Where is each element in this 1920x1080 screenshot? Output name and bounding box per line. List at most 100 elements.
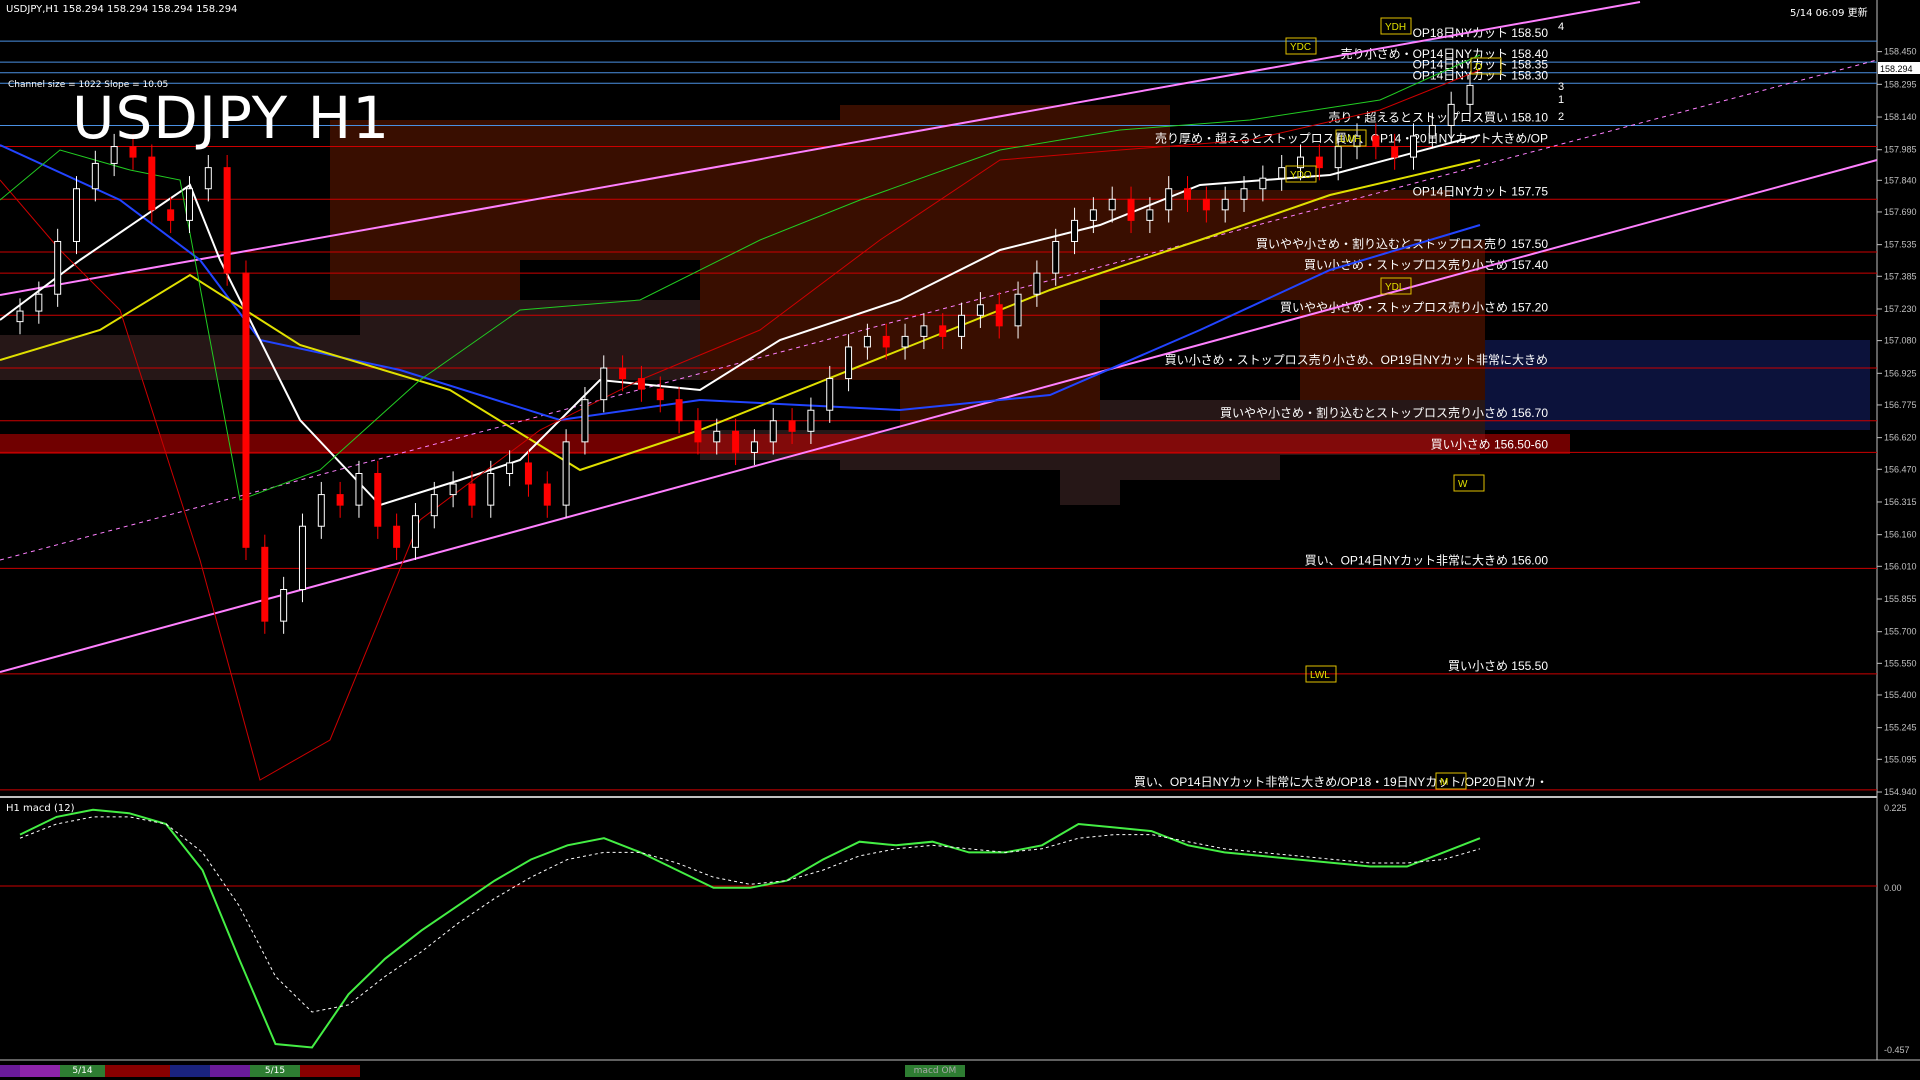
candle-body	[35, 293, 43, 312]
candle-body	[958, 314, 966, 337]
symbol-info: USDJPY,H1 158.294 158.294 158.294 158.29…	[6, 4, 238, 15]
tab-period-5[interactable]	[210, 1065, 250, 1077]
candle-body	[223, 167, 231, 274]
pivot-marker-label: D	[1475, 62, 1482, 73]
candle-body	[920, 325, 928, 337]
chart-canvas[interactable]: OP18日NYカット 158.50売り小さめ・OP14日NYカット 158.40…	[0, 0, 1920, 1080]
candle-body	[72, 188, 80, 242]
price-tick-label: 156.620	[1884, 433, 1917, 443]
price-tick-label: 157.840	[1884, 175, 1917, 185]
candle-body	[675, 399, 683, 422]
candle-body	[619, 367, 627, 380]
candle-body	[976, 304, 984, 316]
tab-period-2[interactable]	[20, 1065, 60, 1077]
candle-body	[355, 472, 363, 506]
price-tick-label: 156.470	[1884, 464, 1917, 474]
candle-body	[1071, 219, 1079, 242]
tab-period-4[interactable]	[170, 1065, 210, 1077]
price-tick-label: 155.400	[1884, 690, 1917, 700]
price-tick-label: 157.535	[1884, 240, 1917, 250]
price-tick-label: 155.855	[1884, 594, 1917, 604]
level-label: 買い小さめ 155.50	[1448, 659, 1548, 673]
price-tick-label: 154.940	[1884, 787, 1917, 797]
update-timestamp: 5/14 06:09 更新	[1790, 8, 1868, 19]
price-tick-label: 156.160	[1884, 530, 1917, 540]
pivot-marker-label: LWL	[1310, 670, 1330, 681]
candle-body	[449, 483, 457, 496]
candle-body	[788, 420, 796, 432]
tab-macd[interactable]: macd OM	[905, 1065, 965, 1077]
candle-body	[185, 188, 193, 221]
candle-body	[1259, 177, 1267, 190]
candle-body	[91, 162, 99, 190]
period-tabs: 5/14 5/15 macd OM	[0, 1062, 1920, 1080]
pivot-marker-label: YDC	[1290, 42, 1311, 53]
candle-body	[1240, 188, 1248, 200]
candle-body	[826, 378, 834, 411]
candle-body	[637, 378, 645, 390]
candle-body	[901, 335, 909, 348]
tab-period-1[interactable]	[0, 1065, 20, 1077]
tab-date-5-14[interactable]: 5/14	[60, 1065, 105, 1077]
candle-body	[713, 430, 721, 443]
candle-body	[280, 589, 288, 622]
candle-body	[317, 494, 325, 527]
candle-body	[524, 462, 532, 485]
price-tick-label: 157.385	[1884, 271, 1917, 281]
macd-tick-label: 0.225	[1884, 803, 1907, 813]
channel-number: 1	[1558, 94, 1564, 106]
price-tick-label: 158.295	[1884, 79, 1917, 89]
candle-body	[1184, 188, 1192, 200]
candle-body	[543, 483, 551, 506]
candle-body	[939, 325, 947, 337]
candle-body	[506, 462, 514, 474]
candle-body	[204, 167, 212, 190]
candle-body	[298, 525, 306, 591]
tab-date-5-15[interactable]: 5/15	[250, 1065, 300, 1077]
pivot-marker-label: LWH	[1340, 134, 1361, 145]
price-tick-label: 155.245	[1884, 723, 1917, 733]
page-title: USDJPY H1	[72, 84, 391, 152]
pivot-marker-label: YDL	[1385, 282, 1405, 293]
candle-body	[1165, 188, 1173, 211]
candle-body	[562, 441, 570, 506]
candle-body	[1315, 156, 1323, 169]
candle-body	[242, 272, 250, 548]
candle-body	[1127, 198, 1135, 221]
candle-body	[1410, 135, 1418, 158]
candle-body	[1221, 198, 1229, 211]
candle-body	[882, 335, 890, 348]
candle-body	[411, 515, 419, 548]
candle-body	[732, 430, 740, 453]
candle-body	[1334, 146, 1342, 169]
candle-body	[600, 367, 608, 401]
price-tick-label: 157.230	[1884, 304, 1917, 314]
price-tick-label: 155.700	[1884, 627, 1917, 637]
candle-body	[54, 240, 62, 295]
current-price-label: 158.294	[1880, 64, 1913, 74]
candle-body	[863, 335, 871, 348]
candle-body	[750, 441, 758, 453]
candle-body	[656, 388, 664, 401]
candle-body	[995, 304, 1003, 327]
pivot-marker-label: W	[1458, 479, 1468, 490]
candle-body	[845, 346, 853, 380]
candle-body	[1033, 272, 1041, 295]
price-tick-label: 157.690	[1884, 207, 1917, 217]
level-label: OP14日NYカット 157.75	[1413, 184, 1549, 198]
candle-body	[167, 209, 175, 221]
candle-body	[1052, 240, 1060, 274]
tab-period-3[interactable]	[105, 1065, 170, 1077]
candle-body	[581, 399, 589, 443]
candle-body	[468, 483, 476, 506]
pivot-marker-label: YDO	[1290, 170, 1312, 181]
support-zone	[0, 434, 1570, 454]
candle-body	[1428, 124, 1436, 137]
tab-period-6[interactable]	[300, 1065, 360, 1077]
candle-body	[1466, 84, 1474, 105]
price-tick-label: 156.775	[1884, 400, 1917, 410]
candle-body	[1146, 209, 1154, 221]
level-label: 買い、OP14日NYカット非常に大きめ 156.00	[1305, 553, 1549, 567]
tab-spacer	[360, 1065, 905, 1077]
macd-tick-label: 0.00	[1884, 883, 1902, 893]
